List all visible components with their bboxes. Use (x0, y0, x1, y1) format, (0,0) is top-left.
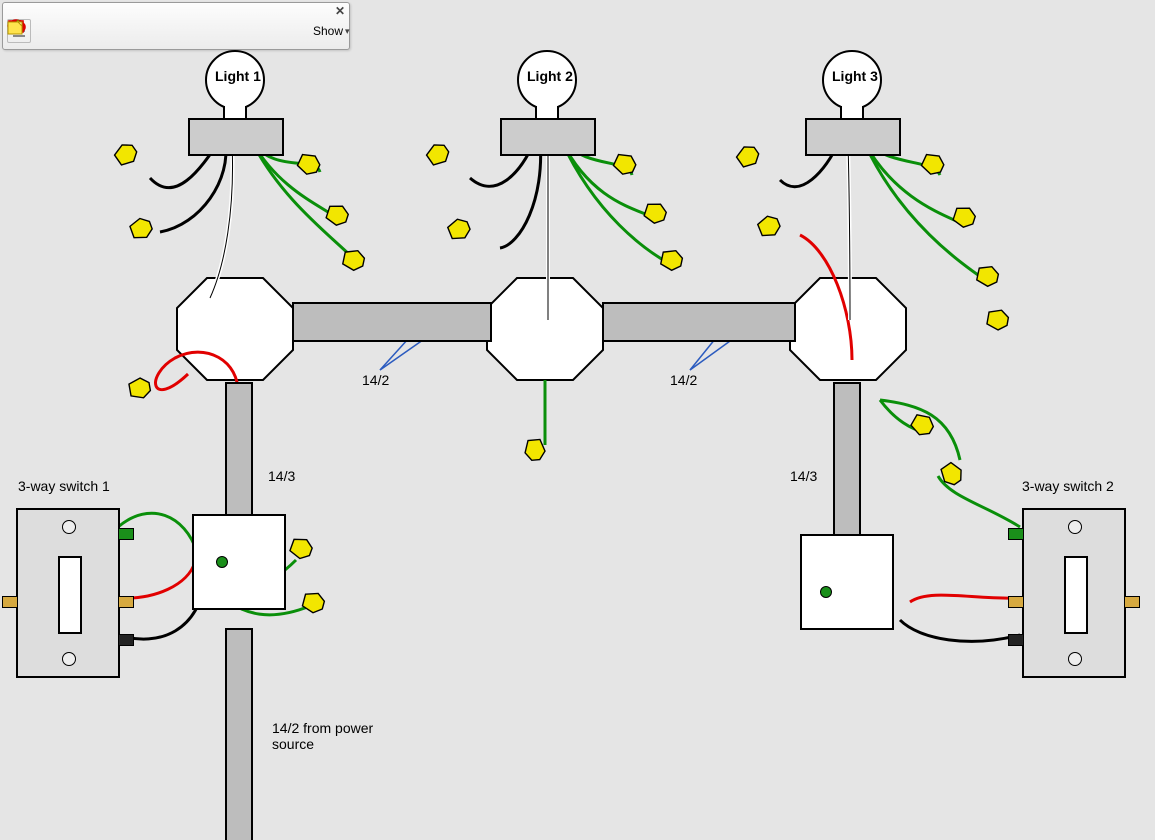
light-2-label: Light 2 (527, 68, 573, 84)
cable-label-14-3-b: 14/3 (790, 468, 817, 484)
switch-2 (1022, 508, 1126, 678)
switch-1-label: 3-way switch 1 (18, 478, 110, 494)
junction-small-1 (192, 514, 286, 610)
light-3-label: Light 3 (832, 68, 878, 84)
light-3-base (805, 118, 901, 156)
power-source-label: 14/2 from power source (272, 720, 373, 752)
cable-label-14-2-b: 14/2 (670, 372, 697, 388)
junction-small-2 (800, 534, 894, 630)
switch-1 (16, 508, 120, 678)
light-1-base (188, 118, 284, 156)
cable-power-in (225, 628, 253, 840)
cable-box3-down (833, 382, 861, 538)
junction-box-2 (487, 278, 603, 380)
light-1-label: Light 1 (215, 68, 261, 84)
cable-box2-box3 (602, 302, 796, 342)
switch-2-label: 3-way switch 2 (1022, 478, 1114, 494)
cable-box1-down (225, 382, 253, 518)
junction-box-1 (177, 278, 293, 380)
light-2-base (500, 118, 596, 156)
cable-box1-box2 (292, 302, 492, 342)
cable-label-14-2-a: 14/2 (362, 372, 389, 388)
cable-label-14-3-a: 14/3 (268, 468, 295, 484)
